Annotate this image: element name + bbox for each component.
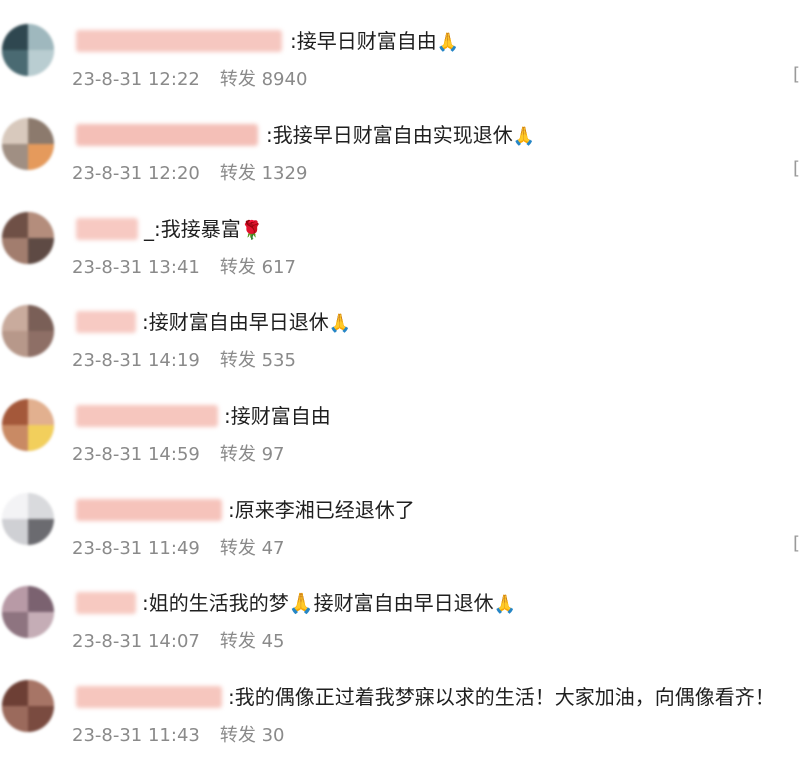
username-blurred[interactable] bbox=[76, 686, 222, 708]
username-blurred[interactable] bbox=[76, 124, 258, 146]
repost-count: 1329 bbox=[261, 163, 308, 184]
username-blurred[interactable] bbox=[76, 499, 222, 521]
comment-text: :接早日财富自由🙏 bbox=[290, 28, 459, 56]
comment-content: :接早日财富自由 bbox=[290, 29, 437, 53]
comment-date: 23-8-31 13:41 bbox=[72, 257, 200, 278]
comment-content: :原来李湘已经退休了 bbox=[228, 498, 415, 522]
repost-count: 47 bbox=[261, 538, 285, 559]
comment-meta: 23-8-31 14:19 转发 535 bbox=[72, 349, 296, 373]
username-blurred[interactable] bbox=[76, 30, 282, 52]
repost-label[interactable]: 转发 bbox=[220, 444, 256, 465]
comment-meta: 23-8-31 11:49 转发 47 bbox=[72, 537, 285, 561]
repost-count: 8940 bbox=[261, 69, 308, 90]
avatar[interactable] bbox=[2, 399, 54, 451]
comment-meta: 23-8-31 13:41 转发 617 bbox=[72, 256, 296, 280]
pray-icon: 🙏 bbox=[436, 32, 460, 53]
comment-date: 23-8-31 14:07 bbox=[72, 631, 200, 652]
repost-count: 45 bbox=[261, 631, 285, 652]
avatar[interactable] bbox=[2, 305, 54, 357]
comment-item[interactable]: :接财富自由 23-8-31 14:59 转发 97 bbox=[0, 399, 804, 492]
comment-item[interactable]: :我的偶像正过着我梦寐以求的生活！大家加油，向偶像看齐！ 23-8-31 11:… bbox=[0, 680, 804, 773]
avatar[interactable] bbox=[2, 212, 54, 264]
comment-item[interactable]: _:我接暴富🌹 23-8-31 13:41 转发 617 bbox=[0, 212, 804, 305]
comment-content: _:我接暴富 bbox=[144, 217, 241, 241]
comment-date: 23-8-31 12:22 bbox=[72, 69, 200, 90]
avatar[interactable] bbox=[2, 680, 54, 732]
pray-icon: 🙏 bbox=[493, 594, 517, 615]
username-blurred[interactable] bbox=[76, 311, 136, 333]
comment-item[interactable]: :接早日财富自由🙏 23-8-31 12:22 转发 8940 [ bbox=[0, 24, 804, 117]
pray-icon: 🙏 bbox=[512, 126, 536, 147]
comment-item[interactable]: :原来李湘已经退休了 23-8-31 11:49 转发 47 [ bbox=[0, 493, 804, 586]
repost-count: 97 bbox=[261, 444, 285, 465]
username-blurred[interactable] bbox=[76, 592, 136, 614]
avatar[interactable] bbox=[2, 493, 54, 545]
repost-label[interactable]: 转发 bbox=[220, 69, 256, 90]
avatar[interactable] bbox=[2, 118, 54, 170]
avatar[interactable] bbox=[2, 24, 54, 76]
repost-label[interactable]: 转发 bbox=[220, 631, 256, 652]
comment-meta: 23-8-31 14:07 转发 45 bbox=[72, 630, 285, 654]
comment-date: 23-8-31 12:20 bbox=[72, 163, 200, 184]
repost-label[interactable]: 转发 bbox=[220, 350, 256, 371]
comment-meta: 23-8-31 14:59 转发 97 bbox=[72, 443, 285, 467]
comment-content: :接财富自由早日退休 bbox=[142, 310, 329, 334]
comment-meta: 23-8-31 12:20 转发 1329 bbox=[72, 162, 307, 186]
comment-item[interactable]: :姐的生活我的梦🙏接财富自由早日退休🙏 23-8-31 14:07 转发 45 bbox=[0, 586, 804, 679]
more-icon[interactable]: [ bbox=[793, 533, 800, 554]
more-icon[interactable]: [ bbox=[793, 64, 800, 85]
repost-label[interactable]: 转发 bbox=[220, 538, 256, 559]
repost-count: 535 bbox=[261, 350, 296, 371]
comment-meta: 23-8-31 11:43 转发 30 bbox=[72, 724, 285, 748]
comment-text: :接财富自由早日退休🙏 bbox=[142, 309, 351, 337]
pray-icon: 🙏 bbox=[328, 313, 352, 334]
repost-count: 617 bbox=[261, 257, 296, 278]
username-blurred[interactable] bbox=[76, 218, 138, 240]
comment-content: :我接早日财富自由实现退休 bbox=[266, 123, 513, 147]
comment-text: :接财富自由 bbox=[224, 403, 331, 429]
comment-text: :我的偶像正过着我梦寐以求的生活！大家加油，向偶像看齐！ bbox=[228, 684, 775, 710]
avatar[interactable] bbox=[2, 586, 54, 638]
repost-count: 30 bbox=[261, 725, 285, 746]
comment-content: :我的偶像正过着我梦寐以求的生活！大家加油，向偶像看齐！ bbox=[228, 685, 775, 709]
username-blurred[interactable] bbox=[76, 405, 218, 427]
more-icon[interactable]: [ bbox=[793, 158, 800, 179]
comment-content: :接财富自由 bbox=[224, 404, 331, 428]
comment-text: :我接早日财富自由实现退休🙏 bbox=[266, 122, 535, 150]
comment-date: 23-8-31 14:59 bbox=[72, 444, 200, 465]
repost-label[interactable]: 转发 bbox=[220, 257, 256, 278]
comment-date: 23-8-31 14:19 bbox=[72, 350, 200, 371]
comment-date: 23-8-31 11:43 bbox=[72, 725, 200, 746]
repost-label[interactable]: 转发 bbox=[220, 725, 256, 746]
rose-icon: 🌹 bbox=[240, 220, 264, 241]
comment-text: :姐的生活我的梦🙏接财富自由早日退休🙏 bbox=[142, 590, 516, 618]
comment-feed: :接早日财富自由🙏 23-8-31 12:22 转发 8940 [ :我接早日财富… bbox=[0, 0, 804, 746]
comment-text: :原来李湘已经退休了 bbox=[228, 497, 415, 523]
comment-meta: 23-8-31 12:22 转发 8940 bbox=[72, 68, 307, 92]
comment-text: _:我接暴富🌹 bbox=[144, 216, 263, 244]
repost-label[interactable]: 转发 bbox=[220, 163, 256, 184]
comment-item[interactable]: :接财富自由早日退休🙏 23-8-31 14:19 转发 535 bbox=[0, 305, 804, 398]
comment-item[interactable]: :我接早日财富自由实现退休🙏 23-8-31 12:20 转发 1329 [ bbox=[0, 118, 804, 211]
comment-content: :姐的生活我的梦🙏接财富自由早日退休 bbox=[142, 591, 494, 615]
comment-date: 23-8-31 11:49 bbox=[72, 538, 200, 559]
